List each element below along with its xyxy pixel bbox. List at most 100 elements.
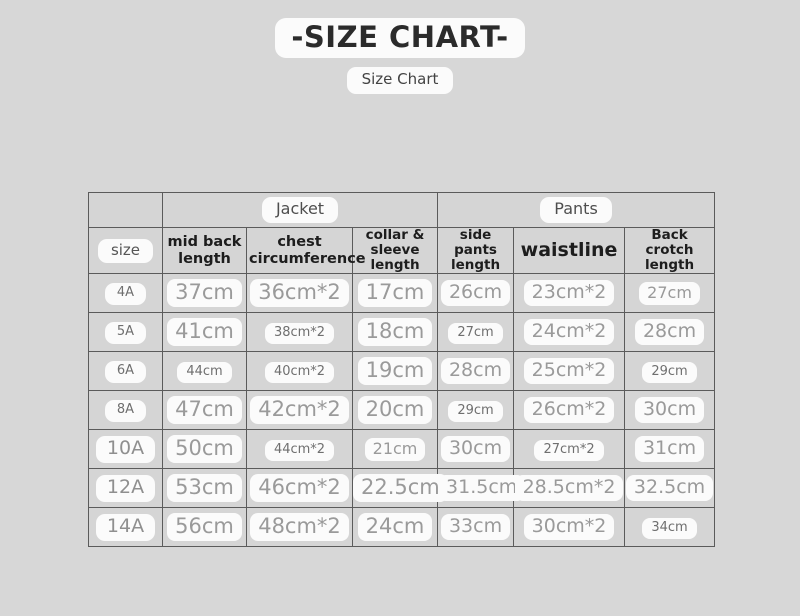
size-chart-table-wrapper: Jacket Pants size mid back length chest … (88, 192, 716, 548)
cell-collar-sleeve-length: 19cm (351, 351, 439, 392)
value-chest-circumference: 46cm*2 (250, 474, 349, 503)
table-row: 6A 44cm 40cm*2 19cm 28cm 25cm*2 29cm (88, 351, 716, 392)
value-chest-circumference: 36cm*2 (250, 279, 349, 308)
cell-waistline: 24cm*2 (513, 312, 626, 353)
value-chest-circumference: 38cm*2 (264, 322, 335, 344)
value-mid-back-length: 44cm (177, 361, 232, 383)
cell-chest-circumference: 42cm*2 (246, 390, 353, 431)
value-chest-circumference: 48cm*2 (250, 513, 349, 542)
table-row: 5A 41cm 38cm*2 18cm 27cm 24cm*2 28cm (88, 312, 716, 353)
value-waistline: 27cm*2 (534, 439, 604, 461)
value-side-pants-length: 26cm (440, 280, 511, 307)
cell-chest-circumference: 40cm*2 (246, 351, 353, 392)
cell-side-pants-length: 31.5cm (437, 468, 526, 509)
cell-back-crotch-length: 34cm (624, 507, 716, 548)
column-label-chest-line1: chest (277, 234, 322, 251)
cell-side-pants-length: 28cm (437, 351, 515, 392)
column-header-chest-circumference: chest circumference (246, 226, 366, 275)
value-waistline: 25cm*2 (523, 358, 615, 385)
cell-collar-sleeve-length: 22.5cm (351, 468, 448, 509)
value-back-crotch-length: 32.5cm (625, 475, 714, 502)
cell-back-crotch-length: 29cm (624, 351, 716, 392)
value-mid-back-length: 53cm (167, 474, 242, 503)
value-side-pants-length: 27cm (448, 322, 503, 344)
chart-header: -SIZE CHART- Size Chart (0, 0, 800, 94)
value-waistline: 26cm*2 (523, 397, 615, 424)
cell-back-crotch-length: 27cm (624, 273, 716, 314)
cell-back-crotch-length: 30cm (624, 390, 716, 431)
table-row: 10A 50cm 44cm*2 21cm 30cm 27cm*2 31cm (88, 429, 716, 470)
cell-waistline: 26cm*2 (513, 390, 626, 431)
value-mid-back-length: 41cm (167, 318, 242, 347)
value-size: 10A (95, 435, 156, 463)
value-collar-sleeve-length: 21cm (364, 438, 426, 461)
value-back-crotch-length: 29cm (642, 361, 697, 383)
value-collar-sleeve-length: 18cm (357, 318, 433, 347)
cell-size: 10A (88, 429, 163, 470)
column-header-side-pants-length: side pants length (437, 226, 515, 275)
cell-chest-circumference: 48cm*2 (246, 507, 353, 548)
value-side-pants-length: 28cm (440, 358, 511, 385)
cell-side-pants-length: 26cm (437, 273, 515, 314)
value-waistline: 28.5cm*2 (514, 475, 624, 502)
value-chest-circumference: 42cm*2 (250, 396, 349, 425)
column-label-side-pants-line2: length (450, 257, 501, 274)
page-title: -SIZE CHART- (275, 18, 525, 59)
cell-back-crotch-length: 28cm (624, 312, 716, 353)
cell-side-pants-length: 27cm (437, 312, 515, 353)
cell-collar-sleeve-length: 17cm (351, 273, 439, 314)
value-collar-sleeve-length: 19cm (357, 357, 433, 386)
value-size: 14A (95, 513, 156, 541)
value-mid-back-length: 56cm (167, 513, 242, 542)
cell-back-crotch-length: 31cm (624, 429, 716, 470)
cell-mid-back-length: 50cm (162, 429, 247, 470)
column-label-collar-line2: length (370, 257, 420, 274)
column-label-side-pants-line1: side pants (454, 227, 497, 259)
value-collar-sleeve-length: 24cm (357, 513, 433, 542)
cell-collar-sleeve-length: 21cm (351, 429, 439, 470)
value-mid-back-length: 37cm (167, 279, 242, 308)
cell-mid-back-length: 53cm (162, 468, 247, 509)
value-size: 12A (95, 474, 156, 502)
value-size: 6A (104, 361, 147, 384)
value-chest-circumference: 44cm*2 (264, 439, 335, 461)
cell-size: 12A (88, 468, 163, 509)
cell-mid-back-length: 56cm (162, 507, 247, 548)
cell-mid-back-length: 47cm (162, 390, 247, 431)
cell-side-pants-length: 30cm (437, 429, 515, 470)
cell-waistline: 23cm*2 (513, 273, 626, 314)
value-waistline: 30cm*2 (523, 514, 615, 541)
value-waistline: 23cm*2 (523, 280, 615, 307)
table-row: 8A 47cm 42cm*2 20cm 29cm 26cm*2 30cm (88, 390, 716, 431)
value-back-crotch-length: 28cm (634, 319, 705, 346)
cell-size: 8A (88, 390, 163, 431)
page-subtitle: Size Chart (346, 67, 454, 94)
value-size: 5A (104, 322, 147, 345)
column-header-row: size mid back length chest circumference (88, 226, 716, 275)
table-row: 4A 37cm 36cm*2 17cm 26cm 23cm*2 27cm (88, 273, 716, 314)
column-header-size: size (88, 226, 163, 275)
cell-waistline: 27cm*2 (513, 429, 626, 470)
cell-collar-sleeve-length: 24cm (351, 507, 439, 548)
value-waistline: 24cm*2 (523, 319, 615, 346)
size-chart-table: Jacket Pants size mid back length chest … (88, 192, 716, 548)
value-chest-circumference: 40cm*2 (264, 361, 335, 383)
value-side-pants-length: 29cm (448, 400, 503, 422)
cell-mid-back-length: 44cm (162, 351, 247, 392)
value-back-crotch-length: 31cm (634, 436, 705, 463)
value-collar-sleeve-length: 17cm (357, 279, 433, 308)
group-label-jacket: Jacket (261, 197, 339, 223)
cell-size: 6A (88, 351, 163, 392)
column-label-back-crotch-line2: length (644, 257, 695, 274)
cell-mid-back-length: 37cm (162, 273, 247, 314)
value-side-pants-length: 30cm (440, 436, 511, 463)
column-label-size: size (97, 238, 154, 263)
cell-collar-sleeve-length: 20cm (351, 390, 439, 431)
column-label-chest-line2: circumference (249, 250, 366, 267)
value-back-crotch-length: 34cm (642, 517, 697, 539)
value-mid-back-length: 47cm (167, 396, 242, 425)
cell-waistline: 28.5cm*2 (513, 468, 626, 509)
cell-waistline: 30cm*2 (513, 507, 626, 548)
cell-chest-circumference: 46cm*2 (246, 468, 353, 509)
cell-collar-sleeve-length: 18cm (351, 312, 439, 353)
